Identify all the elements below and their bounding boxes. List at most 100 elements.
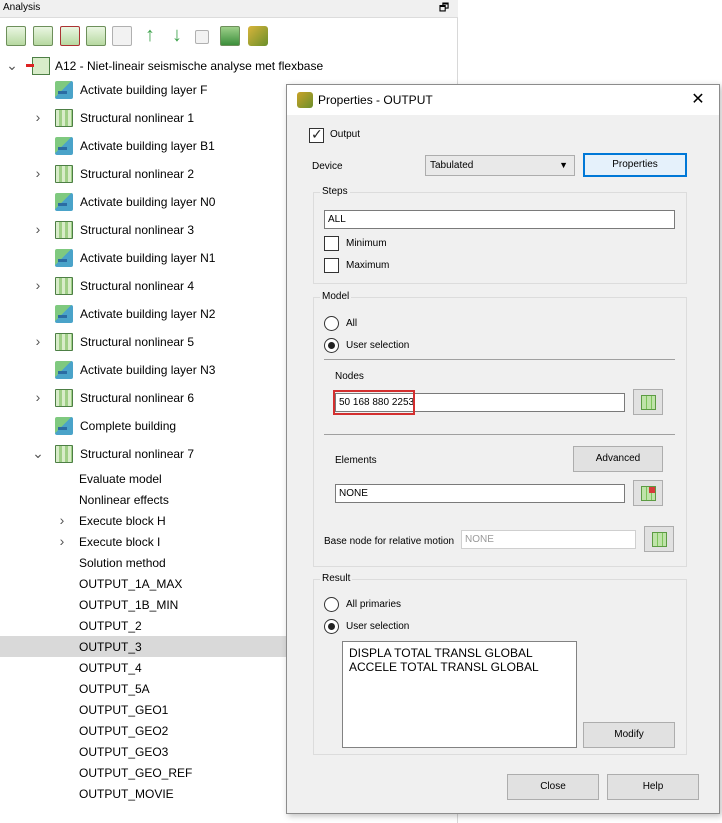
chevron-right-icon[interactable]: › xyxy=(32,110,44,124)
all-primaries-radio[interactable] xyxy=(324,597,339,612)
analysis-toolbar: ↑ ↓ xyxy=(0,22,458,50)
chevron-right-icon[interactable]: › xyxy=(32,334,44,348)
tree-item-label: Structural nonlinear 7 xyxy=(80,447,195,461)
device-select[interactable]: Tabulated ▼ xyxy=(425,155,575,176)
maximum-checkbox[interactable] xyxy=(324,258,339,273)
close-icon[interactable]: ✕ xyxy=(687,89,709,111)
list-item[interactable]: ACCELE TOTAL TRANSL GLOBAL xyxy=(343,660,576,674)
maximum-label: Maximum xyxy=(346,260,390,271)
result-list[interactable]: DISPLA TOTAL TRANSL GLOBAL ACCELE TOTAL … xyxy=(342,641,577,748)
panel-title: Analysis xyxy=(3,2,41,13)
elements-label: Elements xyxy=(335,455,377,466)
paste-analysis-icon[interactable] xyxy=(86,26,106,46)
tree-item-label: Activate building layer B1 xyxy=(80,139,215,153)
nodes-pick-button[interactable] xyxy=(633,389,663,415)
model-user-selection-radio[interactable] xyxy=(324,338,339,353)
elements-input[interactable]: NONE xyxy=(335,484,625,503)
output-label: Output xyxy=(330,129,361,140)
chevron-right-icon[interactable]: › xyxy=(32,390,44,404)
model-all-label: All xyxy=(346,318,358,329)
device-label: Device xyxy=(312,161,343,172)
export-icon[interactable] xyxy=(220,26,240,46)
result-user-selection-label: User selection xyxy=(346,621,410,632)
new-analysis-icon[interactable] xyxy=(6,26,26,46)
nonlinear-icon xyxy=(55,445,73,463)
advanced-button[interactable]: Advanced xyxy=(573,446,663,472)
tree-sub-item-label: OUTPUT_1A_MAX xyxy=(79,577,183,591)
help-button[interactable]: Help xyxy=(607,774,699,800)
tree-sub-item-label: OUTPUT_GEO_REF xyxy=(79,766,193,780)
separator xyxy=(324,434,675,435)
dialog-title: Properties - OUTPUT xyxy=(318,93,433,107)
panel-header: Analysis 🗗 xyxy=(0,0,458,18)
tree-root-label: A12 - Niet-lineair seismische analyse me… xyxy=(55,59,324,73)
move-up-icon[interactable]: ↑ xyxy=(140,25,160,46)
chevron-down-icon[interactable]: ⌄ xyxy=(32,446,44,460)
float-panel-icon[interactable]: 🗗 xyxy=(437,1,451,15)
chevron-right-icon[interactable]: › xyxy=(32,278,44,292)
chevron-down-icon[interactable]: ⌄ xyxy=(6,58,18,72)
tree-sub-item-label: OUTPUT_MOVIE xyxy=(79,787,174,801)
separator xyxy=(324,359,675,360)
tree-item-label: Complete building xyxy=(80,419,177,433)
nonlinear-icon xyxy=(55,333,73,351)
tree-item-label: Structural nonlinear 2 xyxy=(80,167,195,181)
tree-sub-item-label: OUTPUT_5A xyxy=(79,682,150,696)
all-primaries-label: All primaries xyxy=(346,599,402,610)
base-node-pick-button[interactable] xyxy=(644,526,674,552)
layer-icon xyxy=(55,249,73,267)
layer-icon xyxy=(55,305,73,323)
tree-item-label: Activate building layer F xyxy=(80,83,208,97)
minimum-checkbox[interactable] xyxy=(324,236,339,251)
run-analysis-icon[interactable] xyxy=(248,26,268,46)
tree-sub-item-label: Execute block H xyxy=(79,514,166,528)
tree-sub-item-label: OUTPUT_4 xyxy=(79,661,142,675)
add-command-icon[interactable] xyxy=(33,26,53,46)
chevron-right-icon[interactable]: › xyxy=(32,166,44,180)
result-label: Result xyxy=(320,573,353,584)
cube-icon xyxy=(641,395,656,410)
nonlinear-icon xyxy=(55,165,73,183)
tree-item-label: Activate building layer N3 xyxy=(80,363,216,377)
tree-sub-item-label: OUTPUT_2 xyxy=(79,619,142,633)
steps-label: Steps xyxy=(320,186,350,197)
properties-button[interactable]: Properties xyxy=(583,153,687,177)
tree-item-label: Structural nonlinear 4 xyxy=(80,279,195,293)
tree-sub-item-label: Nonlinear effects xyxy=(79,493,169,507)
tree-item-label: Activate building layer N1 xyxy=(80,251,216,265)
model-label: Model xyxy=(320,291,352,302)
close-button[interactable]: Close xyxy=(507,774,599,800)
tree-sub-item-label: Execute block I xyxy=(79,535,161,549)
layer-icon xyxy=(55,193,73,211)
chevron-right-icon[interactable]: › xyxy=(56,534,68,548)
layer-icon xyxy=(55,81,73,99)
tree-sub-item-label: OUTPUT_3 xyxy=(79,640,142,654)
duplicate-icon[interactable] xyxy=(195,30,209,44)
model-all-radio[interactable] xyxy=(324,316,339,331)
analysis-icon xyxy=(26,57,50,75)
result-user-selection-radio[interactable] xyxy=(324,619,339,634)
base-node-input[interactable]: NONE xyxy=(461,530,636,549)
move-down-icon[interactable]: ↓ xyxy=(167,25,187,46)
device-value: Tabulated xyxy=(430,160,474,171)
layer-icon xyxy=(55,361,73,379)
base-node-label: Base node for relative motion xyxy=(324,536,455,547)
modify-button[interactable]: Modify xyxy=(583,722,675,748)
copy-analysis-icon[interactable] xyxy=(60,26,80,46)
list-item[interactable]: DISPLA TOTAL TRANSL GLOBAL xyxy=(343,646,576,660)
tree-item-label: Activate building layer N2 xyxy=(80,307,216,321)
output-checkbox[interactable] xyxy=(309,126,324,143)
tree-sub-item-label: OUTPUT_GEO3 xyxy=(79,745,169,759)
steps-input[interactable]: ALL xyxy=(324,210,675,229)
chevron-right-icon[interactable]: › xyxy=(56,513,68,527)
highlight-box xyxy=(333,390,415,415)
model-user-selection-label: User selection xyxy=(346,340,410,351)
layer-icon xyxy=(55,137,73,155)
chevron-right-icon[interactable]: › xyxy=(32,222,44,236)
model-group xyxy=(313,297,687,567)
tree-sub-item-label: Solution method xyxy=(79,556,166,570)
cube-icon xyxy=(641,486,656,501)
properties-dialog: Properties - OUTPUT ✕ Output Device Tabu… xyxy=(286,84,720,814)
elements-pick-button[interactable] xyxy=(633,480,663,506)
tree-sub-item-label: OUTPUT_GEO2 xyxy=(79,724,169,738)
